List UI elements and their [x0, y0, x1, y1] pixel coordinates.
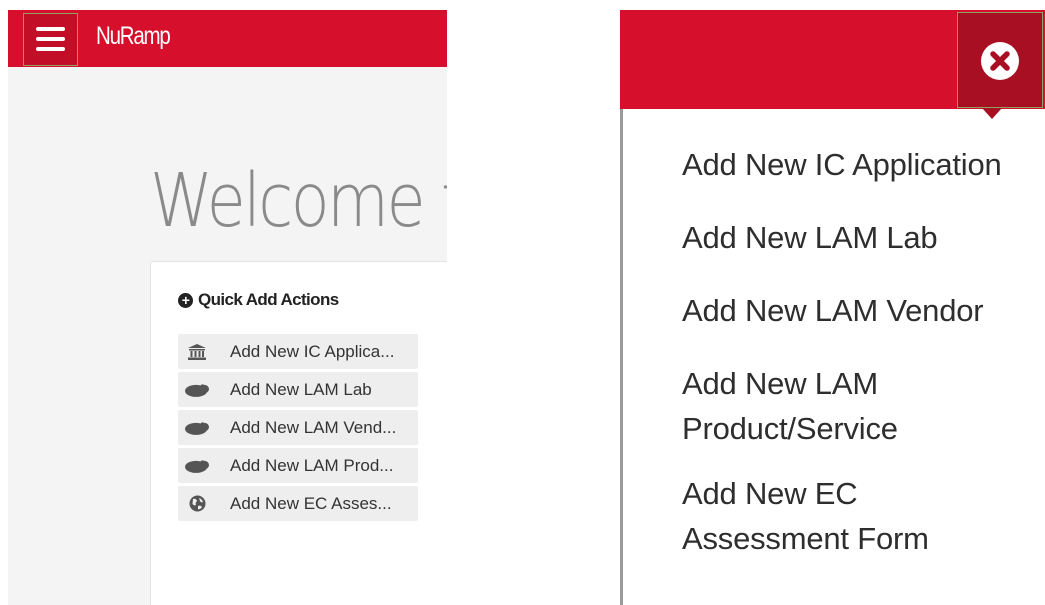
- hamburger-icon: [36, 37, 65, 41]
- globe-icon: [185, 494, 209, 514]
- quick-add-label: Add New EC Asses...: [230, 493, 392, 513]
- quick-add-label: Add New LAM Vend...: [230, 417, 397, 437]
- menu-item-add-lam-product-service[interactable]: Add New LAM Product/Service: [682, 361, 942, 451]
- menu-item-add-ic-application[interactable]: Add New IC Application: [682, 142, 1032, 187]
- hamburger-icon: [36, 27, 65, 31]
- welcome-heading: Welcome t: [150, 158, 447, 244]
- guinea-pig-icon: [185, 456, 209, 476]
- close-tab-caret: [982, 108, 1002, 119]
- quick-add-card: + Quick Add Actions Add New IC Applica..…: [150, 261, 447, 605]
- menu-divider: [620, 109, 623, 605]
- guinea-pig-icon: [185, 380, 209, 400]
- quick-add-lam-lab[interactable]: Add New LAM Lab: [178, 372, 418, 407]
- menu-header-bar: [620, 10, 1045, 109]
- quick-add-lam-product[interactable]: Add New LAM Prod...: [178, 448, 418, 483]
- guinea-pig-icon: [185, 418, 209, 438]
- quick-add-label: Add New LAM Lab: [230, 379, 372, 399]
- quick-add-title-label: Quick Add Actions: [198, 290, 339, 309]
- close-menu-button[interactable]: [957, 12, 1043, 108]
- bank-icon: [185, 342, 209, 362]
- nav-menu: Add New IC Application Add New LAM Lab A…: [682, 142, 1042, 581]
- quick-add-ic-application[interactable]: Add New IC Applica...: [178, 334, 418, 369]
- plus-circle-icon: +: [178, 292, 193, 308]
- quick-add-list: Add New IC Applica... Add New LAM Lab Ad…: [178, 334, 418, 524]
- menu-item-add-lam-vendor[interactable]: Add New LAM Vendor: [682, 288, 1032, 333]
- quick-add-lam-vendor[interactable]: Add New LAM Vend...: [178, 410, 418, 445]
- right-panel: Add New IC Application Add New LAM Lab A…: [620, 10, 1045, 605]
- top-bar: NuRamp: [8, 10, 447, 67]
- quick-add-title: + Quick Add Actions: [178, 290, 339, 310]
- hamburger-menu-button[interactable]: [23, 13, 78, 66]
- close-icon: [981, 42, 1019, 80]
- hamburger-icon: [36, 47, 65, 51]
- brand-logo[interactable]: NuRamp: [96, 22, 171, 51]
- menu-item-add-ec-assessment-form[interactable]: Add New EC Assessment Form: [682, 471, 972, 561]
- quick-add-label: Add New IC Applica...: [230, 341, 395, 361]
- menu-item-add-lam-lab[interactable]: Add New LAM Lab: [682, 215, 1032, 260]
- left-panel: NuRamp Welcome t + Quick Add Actions Add…: [8, 10, 447, 605]
- quick-add-label: Add New LAM Prod...: [230, 455, 394, 475]
- quick-add-ec-assessment[interactable]: Add New EC Asses...: [178, 486, 418, 521]
